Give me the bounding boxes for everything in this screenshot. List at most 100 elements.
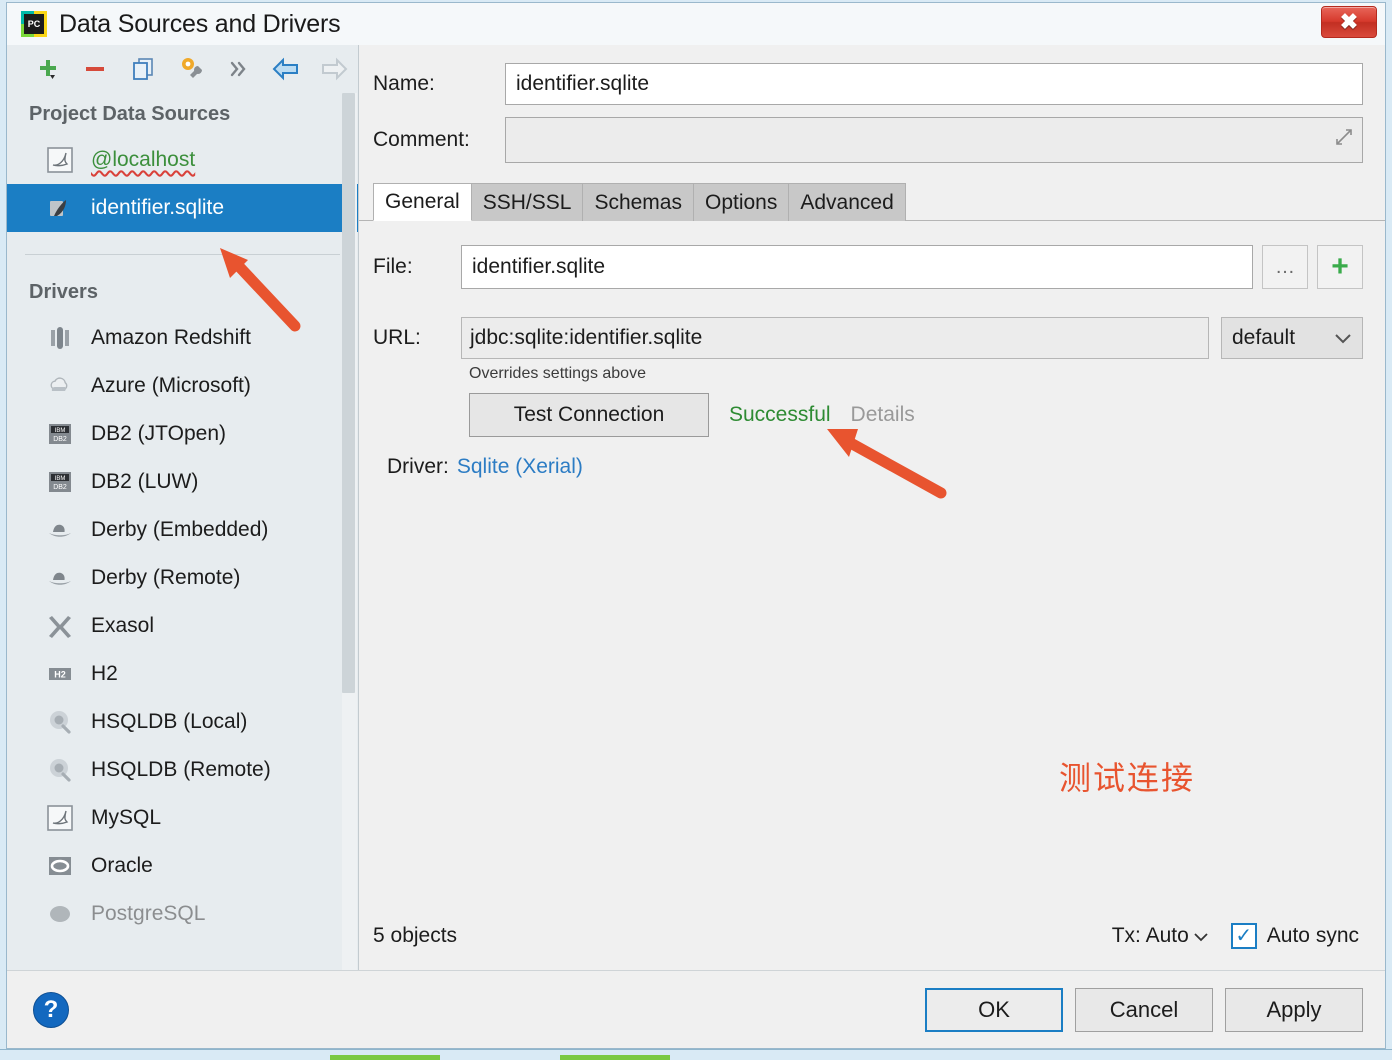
minus-icon — [85, 67, 104, 71]
drivers-heading: Drivers — [29, 281, 98, 303]
test-connection-row: Test Connection Successful Details — [469, 393, 1363, 437]
app-logo-icon: PC — [21, 11, 47, 37]
apply-button[interactable]: Apply — [1225, 987, 1363, 1032]
sidebar-item-exasol[interactable]: Exasol — [7, 602, 358, 650]
sidebar-item-label: Azure (Microsoft) — [91, 374, 251, 397]
sidebar-item-db2-jtopen[interactable]: IBM DB2 DB2 (JTOpen) — [7, 410, 358, 458]
tx-mode-select[interactable]: Tx: Auto — [1112, 924, 1209, 948]
svg-text:IBM: IBM — [55, 428, 66, 434]
sidebar-item-h2[interactable]: H2 H2 — [7, 650, 358, 698]
sidebar-item-label: DB2 (LUW) — [91, 470, 199, 493]
tx-mode-label: Tx: Auto — [1111, 924, 1189, 947]
sidebar-item-derby-embedded[interactable]: Derby (Embedded) — [7, 506, 358, 554]
arrow-left-icon — [272, 57, 299, 81]
sidebar-item-hsqldb-local[interactable]: HSQLDB (Local) — [7, 698, 358, 746]
dialog-window: PC Data Sources and Drivers ✖ Project Da… — [6, 2, 1386, 1049]
detail-pane: Name: identifier.sqlite Comment: General… — [359, 45, 1385, 970]
chevrons-right-icon — [231, 61, 246, 77]
azure-cloud-icon — [45, 371, 75, 401]
sidebar-list: Project Data Sources @localhost identifi… — [7, 93, 358, 970]
remove-data-source-button[interactable] — [71, 49, 119, 89]
test-connection-button[interactable]: Test Connection — [469, 393, 709, 437]
tab-ssh-ssl[interactable]: SSH/SSL — [470, 183, 584, 221]
sidebar-item-derby-remote[interactable]: Derby (Remote) — [7, 554, 358, 602]
auto-sync-label: Auto sync — [1266, 924, 1359, 947]
general-tab-panel: File: identifier.sqlite … + URL: jdbc:sq… — [359, 221, 1385, 970]
sidebar-item-localhost[interactable]: @localhost — [7, 136, 358, 184]
db2-icon: IBM DB2 — [45, 419, 75, 449]
os-taskbar-strip — [0, 1049, 1392, 1060]
tab-general[interactable]: General — [373, 183, 472, 221]
comment-row: Comment: — [373, 117, 1363, 163]
url-hint: Overrides settings above — [469, 365, 646, 382]
sidebar-item-db2-luw[interactable]: IBM DB2 DB2 (LUW) — [7, 458, 358, 506]
sidebar-item-postgresql[interactable]: PostgreSQL — [7, 890, 358, 938]
settings-tabs: General SSH/SSL Schemas Options Advanced — [359, 183, 1385, 221]
properties-button[interactable] — [167, 49, 215, 89]
plus-icon — [39, 60, 56, 79]
sidebar-item-hsqldb-remote[interactable]: HSQLDB (Remote) — [7, 746, 358, 794]
browse-file-button[interactable]: … — [1262, 245, 1308, 289]
svg-text:IBM: IBM — [55, 476, 66, 482]
connection-details-link[interactable]: Details — [851, 403, 915, 427]
sidebar-item-oracle[interactable]: Oracle — [7, 842, 358, 890]
svg-text:DB2: DB2 — [53, 436, 67, 443]
project-data-sources-heading: Project Data Sources — [29, 103, 231, 125]
file-row: File: identifier.sqlite … + — [373, 245, 1363, 289]
chevron-down-icon — [1334, 326, 1352, 350]
file-input[interactable]: identifier.sqlite — [461, 245, 1253, 289]
svg-text:DB2: DB2 — [53, 484, 67, 491]
comment-label: Comment: — [373, 128, 470, 151]
mysql-dolphin-icon — [45, 145, 75, 175]
sidebar-item-label: MySQL — [91, 806, 162, 829]
sidebar-item-label: @localhost — [91, 148, 196, 171]
duplicate-button[interactable] — [119, 49, 167, 89]
url-input[interactable]: jdbc:sqlite:identifier.sqlite — [461, 317, 1209, 359]
sidebar-toolbar — [7, 45, 358, 93]
back-button[interactable] — [262, 49, 310, 89]
sidebar-item-azure-microsoft[interactable]: Azure (Microsoft) — [7, 362, 358, 410]
title-bar: PC Data Sources and Drivers ✖ — [7, 3, 1385, 45]
app-logo-text: PC — [24, 14, 44, 34]
url-mode-select[interactable]: default — [1221, 317, 1363, 359]
expand-icon[interactable] — [1334, 127, 1354, 153]
sidebar-item-identifier-sqlite[interactable]: identifier.sqlite — [7, 184, 358, 232]
ds-header-form: Name: identifier.sqlite Comment: — [359, 45, 1385, 175]
dialog-buttons: OK Cancel Apply — [925, 987, 1363, 1032]
more-options-button[interactable] — [214, 49, 262, 89]
sidebar-item-mysql[interactable]: MySQL — [7, 794, 358, 842]
forward-button[interactable] — [310, 49, 358, 89]
sidebar-item-label: PostgreSQL — [91, 902, 206, 925]
driver-link[interactable]: Sqlite (Xerial) — [457, 455, 583, 479]
dialog-body: Project Data Sources @localhost identifi… — [7, 45, 1385, 970]
chevron-down-icon — [1193, 924, 1209, 948]
sidebar-scrollbar-track[interactable] — [342, 93, 357, 970]
connection-status: Successful — [729, 403, 831, 426]
add-data-source-button[interactable] — [23, 49, 71, 89]
sidebar-item-label: HSQLDB (Remote) — [91, 758, 271, 781]
close-button[interactable]: ✖ — [1321, 6, 1377, 38]
sidebar-item-label: Derby (Embedded) — [91, 518, 269, 541]
driver-label: Driver: — [387, 455, 449, 478]
tab-schemas[interactable]: Schemas — [582, 183, 694, 221]
url-mode-value: default — [1232, 326, 1296, 349]
sidebar-scrollbar-thumb[interactable] — [342, 93, 355, 693]
tab-options[interactable]: Options — [692, 183, 790, 221]
sidebar-item-label: Derby (Remote) — [91, 566, 241, 589]
hsqldb-icon — [45, 755, 75, 785]
tab-advanced[interactable]: Advanced — [788, 183, 906, 221]
detail-status-bar: 5 objects Tx: Auto ✓ Auto sync — [359, 902, 1385, 970]
checkbox-box[interactable]: ✓ — [1230, 923, 1257, 949]
auto-sync-checkbox[interactable]: ✓ Auto sync — [1230, 923, 1359, 949]
sidebar: Project Data Sources @localhost identifi… — [7, 45, 359, 970]
oracle-icon — [45, 851, 75, 881]
sqlite-icon — [45, 193, 75, 223]
cancel-button[interactable]: Cancel — [1075, 987, 1213, 1032]
add-file-button[interactable]: + — [1317, 245, 1363, 289]
sidebar-item-amazon-redshift[interactable]: Amazon Redshift — [7, 314, 358, 362]
comment-input[interactable] — [505, 117, 1363, 163]
sidebar-item-label: DB2 (JTOpen) — [91, 422, 226, 445]
name-input[interactable]: identifier.sqlite — [505, 63, 1363, 105]
ok-button[interactable]: OK — [925, 987, 1063, 1032]
help-button[interactable]: ? — [33, 991, 69, 1028]
